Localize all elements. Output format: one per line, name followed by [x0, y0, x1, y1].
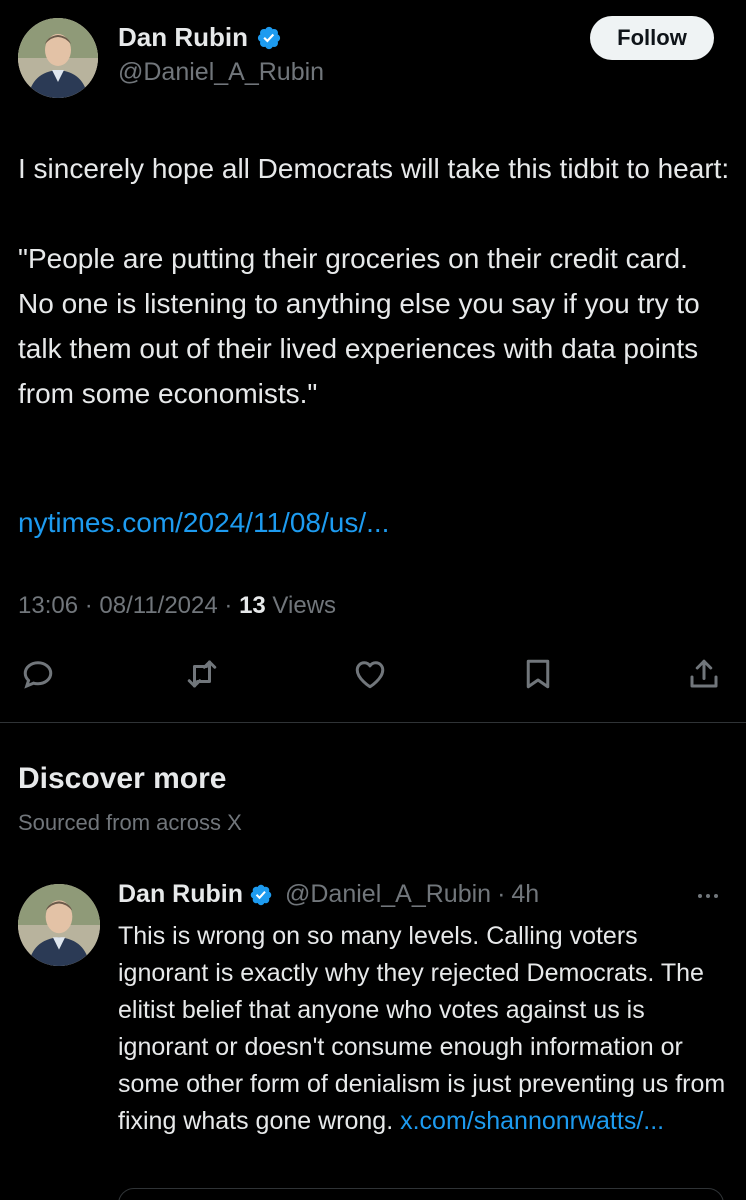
tweet-detail-page: Dan Rubin @Daniel_A_Rubin Follow I since…	[0, 0, 746, 1200]
meta-separator: ·	[217, 592, 240, 619]
reply-icon[interactable]	[20, 656, 56, 692]
section-divider	[0, 722, 746, 723]
header-separator: ·	[497, 880, 506, 908]
recommended-tweet-text: This is wrong on so many levels. Calling…	[118, 918, 734, 1140]
share-icon[interactable]	[686, 656, 722, 692]
follow-button[interactable]: Follow	[590, 16, 714, 60]
author-name[interactable]: Dan Rubin	[118, 22, 248, 53]
discover-more-title: Discover more	[18, 762, 227, 795]
recommended-author-avatar[interactable]	[18, 884, 100, 966]
avatar-image	[18, 18, 98, 98]
verified-badge-icon	[256, 25, 282, 51]
tweet-action-bar	[0, 650, 746, 700]
tweet-time[interactable]: 13:06	[18, 592, 78, 620]
avatar-image	[18, 884, 100, 966]
views-count[interactable]: 13	[239, 592, 266, 620]
verified-badge-icon	[249, 883, 273, 907]
recommended-tweet-body: This is wrong on so many levels. Calling…	[118, 922, 726, 1135]
discover-more-subtitle: Sourced from across X	[18, 810, 242, 835]
recommended-author-name[interactable]: Dan Rubin	[118, 880, 243, 909]
views-label: Views	[265, 592, 337, 619]
tweet-meta: 13:06 · 08/11/2024 · 13 Views	[18, 592, 336, 620]
recommended-tweet-time[interactable]: 4h	[511, 880, 539, 909]
meta-separator: ·	[78, 592, 100, 619]
more-options-icon[interactable]	[694, 886, 722, 906]
tweet-link[interactable]: nytimes.com/2024/11/08/us/...	[18, 500, 389, 545]
recommended-tweet-header: Dan Rubin @Daniel_A_Rubin · 4h	[118, 880, 539, 909]
retweet-icon[interactable]	[184, 656, 220, 692]
tweet-date[interactable]: 08/11/2024	[99, 592, 217, 620]
tweet-text: I sincerely hope all Democrats will take…	[18, 153, 730, 409]
quoted-tweet-card[interactable]	[118, 1188, 724, 1200]
author-avatar[interactable]	[18, 18, 98, 98]
heart-icon[interactable]	[352, 656, 388, 692]
recommended-author-handle[interactable]: @Daniel_A_Rubin	[285, 880, 491, 909]
recommended-tweet-link[interactable]: x.com/shannonrwatts/...	[400, 1107, 664, 1135]
author-handle[interactable]: @Daniel_A_Rubin	[118, 58, 324, 87]
author-name-row: Dan Rubin	[118, 22, 282, 53]
bookmark-icon[interactable]	[520, 656, 556, 692]
